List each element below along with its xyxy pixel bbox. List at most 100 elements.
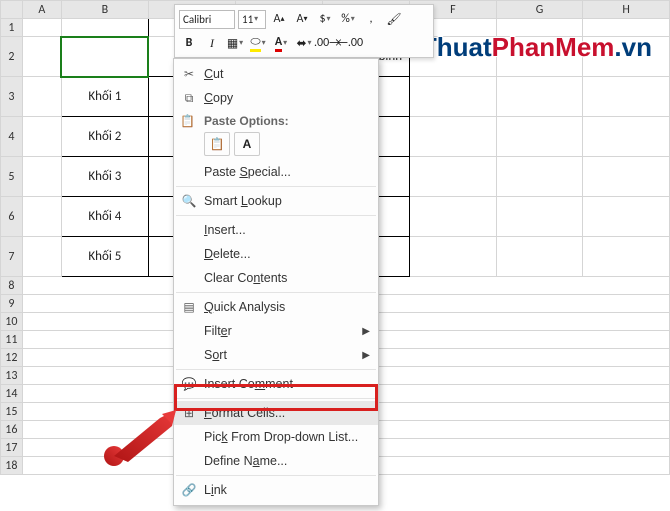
bold-button[interactable]: B [179,33,199,53]
row-header-10[interactable]: 10 [1,313,23,331]
row-header-12[interactable]: 12 [1,349,23,367]
cell[interactable] [410,237,497,277]
increase-font-icon[interactable]: A▴ [269,9,289,29]
row-header-7[interactable]: 7 [1,237,23,277]
cell[interactable] [496,237,583,277]
row-header-15[interactable]: 15 [1,403,23,421]
menu-clear-contents[interactable]: Clear Contents [174,266,378,290]
menu-quick-analysis[interactable]: ▤ Quick Analysis [174,295,378,319]
menu-pick-from-list[interactable]: Pick From Drop-down List... [174,425,378,449]
cell[interactable] [496,117,583,157]
paste-options-label: 📋 Paste Options: [174,110,378,130]
menu-sort[interactable]: Sort▶ [174,343,378,367]
menu-smart-lookup[interactable]: 🔍 Smart Lookup [174,189,378,213]
cell[interactable] [496,77,583,117]
cell[interactable] [583,157,670,197]
border-button[interactable]: ▦ [225,33,245,53]
comma-format-button[interactable]: , [361,9,381,29]
increase-decimal-icon[interactable]: ←.00 [340,33,360,53]
mini-toolbar: Calibri 11 A▴ A▾ $ % , 🖌 B I ▦ ⬭ A ⬌ .00… [174,4,434,58]
cell[interactable] [22,19,61,37]
cell[interactable] [61,19,148,37]
quick-analysis-icon: ▤ [180,298,198,316]
col-header-a[interactable]: A [22,1,61,19]
menu-insert[interactable]: Insert... [174,218,378,242]
menu-copy[interactable]: ⧉ Copy [174,86,378,110]
menu-link[interactable]: 🔗 Link [174,478,378,502]
context-menu: ✂ Cut ⧉ Copy 📋 Paste Options: 📋 A Paste … [173,58,379,506]
row-header-3[interactable]: 3 [1,77,23,117]
fill-color-button[interactable]: ⬭ [248,33,268,53]
magnifier-icon: 🔍 [180,192,198,210]
cell[interactable] [496,37,583,77]
menu-filter[interactable]: Filter▶ [174,319,378,343]
table-row-label[interactable]: Khối 5 [61,237,148,277]
row-header-4[interactable]: 4 [1,117,23,157]
font-color-button[interactable]: A [271,33,291,53]
menu-format-cells[interactable]: ⊞ Format Cells... [174,401,378,425]
cell[interactable] [583,19,670,37]
menu-insert-comment[interactable]: 💬 Insert Comment [174,372,378,396]
table-row-label[interactable]: Khối 2 [61,117,148,157]
cell[interactable] [22,157,61,197]
row-header-14[interactable]: 14 [1,385,23,403]
selected-cell-b2[interactable] [61,37,148,77]
cell[interactable] [410,197,497,237]
format-cells-icon: ⊞ [180,404,198,422]
cell[interactable] [410,157,497,197]
cell[interactable] [410,77,497,117]
submenu-arrow-icon: ▶ [362,326,370,337]
cell[interactable] [410,117,497,157]
col-header-g[interactable]: G [496,1,583,19]
font-size-input[interactable]: 11 [238,10,266,29]
row-header-16[interactable]: 16 [1,421,23,439]
format-painter-icon[interactable]: 🖌 [384,9,404,29]
scissors-icon: ✂ [180,65,198,83]
select-all-corner[interactable] [1,1,23,19]
cell[interactable] [22,237,61,277]
table-row-label[interactable]: Khối 1 [61,77,148,117]
decrease-font-icon[interactable]: A▾ [292,9,312,29]
accounting-format-button[interactable]: $ [315,9,335,29]
row-header-2[interactable]: 2 [1,37,23,77]
cell[interactable] [22,197,61,237]
link-icon: 🔗 [180,481,198,499]
font-name-input[interactable]: Calibri [179,10,235,29]
cell[interactable] [496,197,583,237]
cell[interactable] [583,197,670,237]
row-header-13[interactable]: 13 [1,367,23,385]
menu-cut[interactable]: ✂ Cut [174,62,378,86]
row-header-11[interactable]: 11 [1,331,23,349]
submenu-arrow-icon: ▶ [362,350,370,361]
table-row-label[interactable]: Khối 4 [61,197,148,237]
cell[interactable] [583,117,670,157]
row-header-18[interactable]: 18 [1,457,23,475]
cell[interactable] [496,19,583,37]
row-header-1[interactable]: 1 [1,19,23,37]
row-header-17[interactable]: 17 [1,439,23,457]
cell[interactable] [22,117,61,157]
cell[interactable] [496,157,583,197]
table-row-label[interactable]: Khối 3 [61,157,148,197]
italic-button[interactable]: I [202,33,222,53]
row-header-8[interactable]: 8 [1,277,23,295]
cell[interactable] [22,37,61,77]
cell[interactable] [583,237,670,277]
cell[interactable] [583,37,670,77]
menu-paste-special[interactable]: Paste Special... [174,160,378,184]
row-header-9[interactable]: 9 [1,295,23,313]
percent-format-button[interactable]: % [338,9,358,29]
menu-define-name[interactable]: Define Name... [174,449,378,473]
row-header-5[interactable]: 5 [1,157,23,197]
menu-delete[interactable]: Delete... [174,242,378,266]
clipboard-icon: 📋 [180,114,195,128]
merge-center-button[interactable]: ⬌ [294,33,314,53]
cell[interactable] [22,77,61,117]
paste-text-button[interactable]: A [234,132,260,156]
paste-default-button[interactable]: 📋 [204,132,230,156]
col-header-h[interactable]: H [583,1,670,19]
col-header-b[interactable]: B [61,1,148,19]
decrease-decimal-icon[interactable]: .00→ [317,33,337,53]
row-header-6[interactable]: 6 [1,197,23,237]
cell[interactable] [583,77,670,117]
